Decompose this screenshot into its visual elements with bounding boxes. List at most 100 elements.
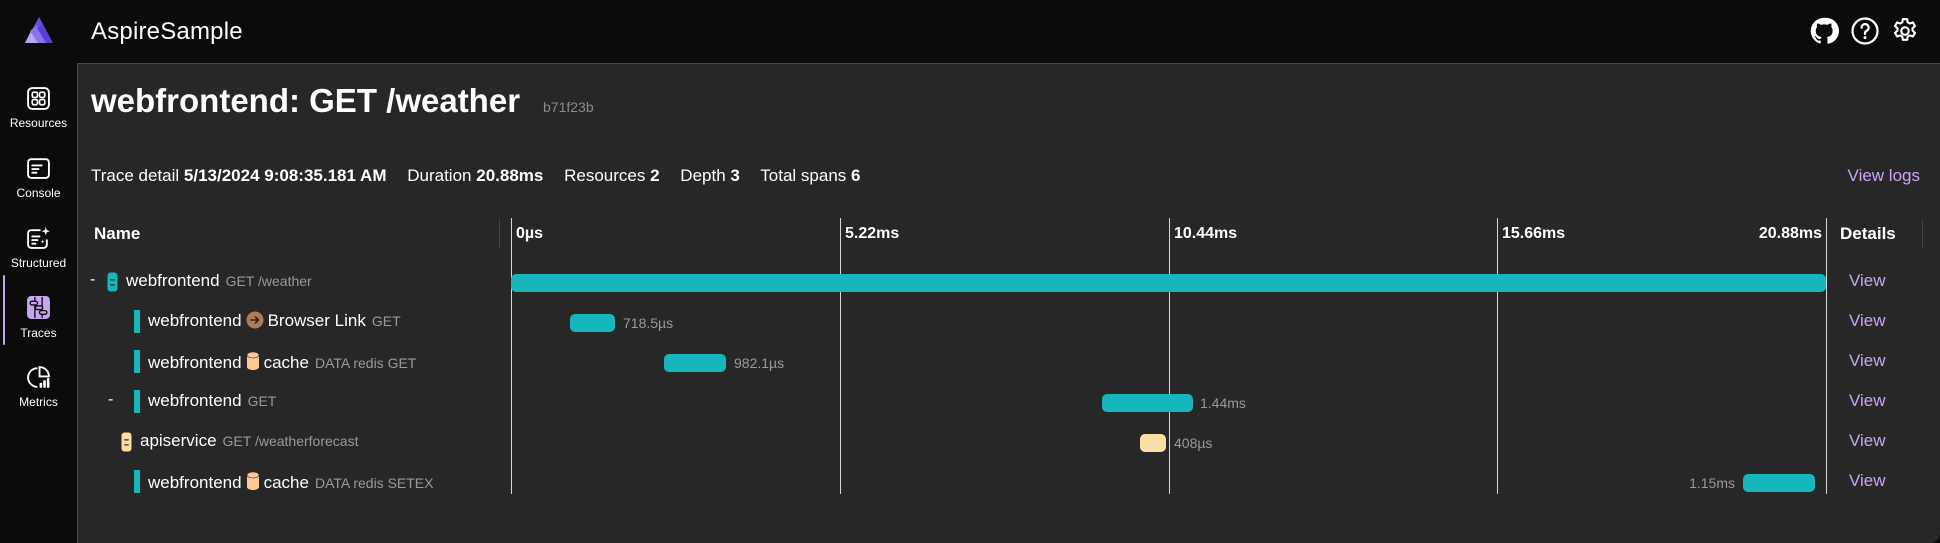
sidebar-item-structured[interactable]: Structured <box>0 214 77 276</box>
view-span-details-link[interactable]: View <box>1849 471 1886 491</box>
service-color-bar <box>134 390 140 413</box>
database-icon <box>246 471 260 496</box>
sidebar-item-resources[interactable]: Resources <box>0 74 77 136</box>
summary-label: Depth <box>680 166 726 185</box>
collapse-toggle[interactable]: - <box>108 391 113 409</box>
sidebar-item-metrics[interactable]: Metrics <box>0 353 77 415</box>
sidebar-item-label: Resources <box>9 116 68 130</box>
span-operation: DATA redis GET <box>314 355 417 371</box>
span-duration-bar[interactable] <box>511 274 1826 292</box>
span-duration-label: 718.5µs <box>623 315 674 331</box>
column-header-name[interactable]: Name <box>94 224 140 244</box>
depth-value: 3 <box>730 166 740 185</box>
column-resize-handle[interactable] <box>1922 219 1923 249</box>
total-spans-summary: Total spans 6 <box>760 166 860 185</box>
duration-value: 20.88ms <box>476 166 544 185</box>
span-row[interactable]: webfrontend cache DATA redis SETEX 1.15ms Vi… <box>78 462 1940 502</box>
trace-summary: Trace detail 5/13/2024 9:08:35.181 AM Du… <box>91 166 877 186</box>
trace-start-time: 5/13/2024 9:08:35.181 AM <box>183 166 387 185</box>
resources-summary: Resources 2 <box>564 166 659 185</box>
span-name: webfrontend cache DATA redis SETEX <box>148 471 433 496</box>
sidebar-item-label: Metrics <box>19 395 58 409</box>
span-operation: GET /weatherforecast <box>222 433 359 449</box>
sidebar-item-label: Structured <box>10 256 67 270</box>
service-icon <box>121 432 132 457</box>
summary-label: Total spans <box>760 166 847 185</box>
span-duration-label: 1.15ms <box>1689 475 1735 491</box>
timeline-tick-label: 15.66ms <box>1502 225 1566 242</box>
span-service-name: webfrontend <box>148 311 242 330</box>
span-name: webfrontend GET <box>148 391 276 411</box>
view-span-details-link[interactable]: View <box>1849 351 1886 371</box>
total-spans-value: 6 <box>851 166 861 185</box>
span-peer-name: cache <box>263 353 309 372</box>
span-duration-bar[interactable] <box>1743 474 1815 492</box>
summary-label: Resources <box>564 166 646 185</box>
span-row[interactable]: webfrontend Browser Link GET 718.5µs View <box>78 302 1940 342</box>
span-name: apiservice GET /weatherforecast <box>140 431 358 451</box>
span-peer-name: cache <box>263 473 309 492</box>
trace-detail-summary: Trace detail 5/13/2024 9:08:35.181 AM <box>91 166 387 185</box>
span-duration-label: 982.1µs <box>734 355 785 371</box>
span-operation: GET <box>247 393 277 409</box>
sidebar-item-console[interactable]: Console <box>0 144 77 206</box>
span-duration-bar[interactable] <box>1102 394 1193 412</box>
structured-logs-icon <box>26 226 51 251</box>
span-duration-label: 408µs <box>1174 435 1213 451</box>
settings-icon[interactable] <box>1890 16 1920 46</box>
span-duration-bar[interactable] <box>1140 434 1166 452</box>
timeline-tick-label: 5.22ms <box>845 225 900 242</box>
summary-label: Duration <box>407 166 472 185</box>
span-duration-bar[interactable] <box>570 314 615 332</box>
app-title[interactable]: AspireSample <box>91 18 243 46</box>
span-row[interactable]: - webfrontend GET 1.44ms View <box>78 382 1940 422</box>
timeline-tick-label: 20.88ms <box>1758 225 1822 242</box>
resources-value: 2 <box>650 166 660 185</box>
view-span-details-link[interactable]: View <box>1849 271 1886 291</box>
service-icon <box>107 272 118 297</box>
span-service-name: webfrontend <box>148 353 242 372</box>
database-icon <box>246 351 260 376</box>
collapse-toggle[interactable]: - <box>90 271 95 289</box>
span-row[interactable]: - webfrontend GET /weather View <box>78 262 1940 302</box>
sidebar-nav: Resources Console Structured Traces Metr… <box>0 63 77 543</box>
span-duration-bar[interactable] <box>664 354 726 372</box>
sidebar-item-label: Console <box>16 186 61 200</box>
github-icon[interactable] <box>1809 16 1839 46</box>
console-icon <box>26 156 51 181</box>
span-row[interactable]: webfrontend cache DATA redis GET 982.1µs Vie… <box>78 342 1940 382</box>
aspire-logo-icon[interactable] <box>24 16 54 44</box>
view-logs-link[interactable]: View logs <box>1848 166 1920 186</box>
metrics-icon <box>26 365 51 390</box>
column-resize-handle[interactable] <box>499 219 500 249</box>
sidebar-item-label: Traces <box>20 326 57 340</box>
span-peer-name: Browser Link <box>267 311 366 330</box>
service-color-bar <box>134 310 140 333</box>
span-name: webfrontend cache DATA redis GET <box>148 351 416 376</box>
resources-icon <box>26 86 51 111</box>
browser-link-icon <box>246 311 264 334</box>
span-name: webfrontend GET /weather <box>126 271 312 291</box>
summary-label: Trace detail <box>91 166 180 185</box>
span-service-name: webfrontend <box>148 391 242 410</box>
sidebar-item-traces[interactable]: Traces <box>0 275 77 345</box>
depth-summary: Depth 3 <box>680 166 740 185</box>
span-name: webfrontend Browser Link GET <box>148 311 401 334</box>
traces-icon <box>26 295 51 320</box>
span-service-name: apiservice <box>140 431 217 450</box>
top-header: AspireSample <box>0 0 1940 63</box>
view-span-details-link[interactable]: View <box>1849 431 1886 451</box>
view-span-details-link[interactable]: View <box>1849 391 1886 411</box>
span-row[interactable]: apiservice GET /weatherforecast 408µs View <box>78 422 1940 462</box>
span-operation: GET /weather <box>225 273 312 289</box>
service-color-bar <box>134 350 140 373</box>
trace-detail-panel: webfrontend: GET /weather b71f23b Trace … <box>77 63 1940 543</box>
trace-id: b71f23b <box>543 99 594 115</box>
span-operation: DATA redis SETEX <box>314 475 434 491</box>
column-header-details[interactable]: Details <box>1840 224 1896 244</box>
view-span-details-link[interactable]: View <box>1849 311 1886 331</box>
help-icon[interactable] <box>1850 16 1880 46</box>
span-operation: GET <box>371 313 401 329</box>
span-service-name: webfrontend <box>148 473 242 492</box>
app-window: AspireSample Resources Console Structure… <box>0 0 1940 543</box>
